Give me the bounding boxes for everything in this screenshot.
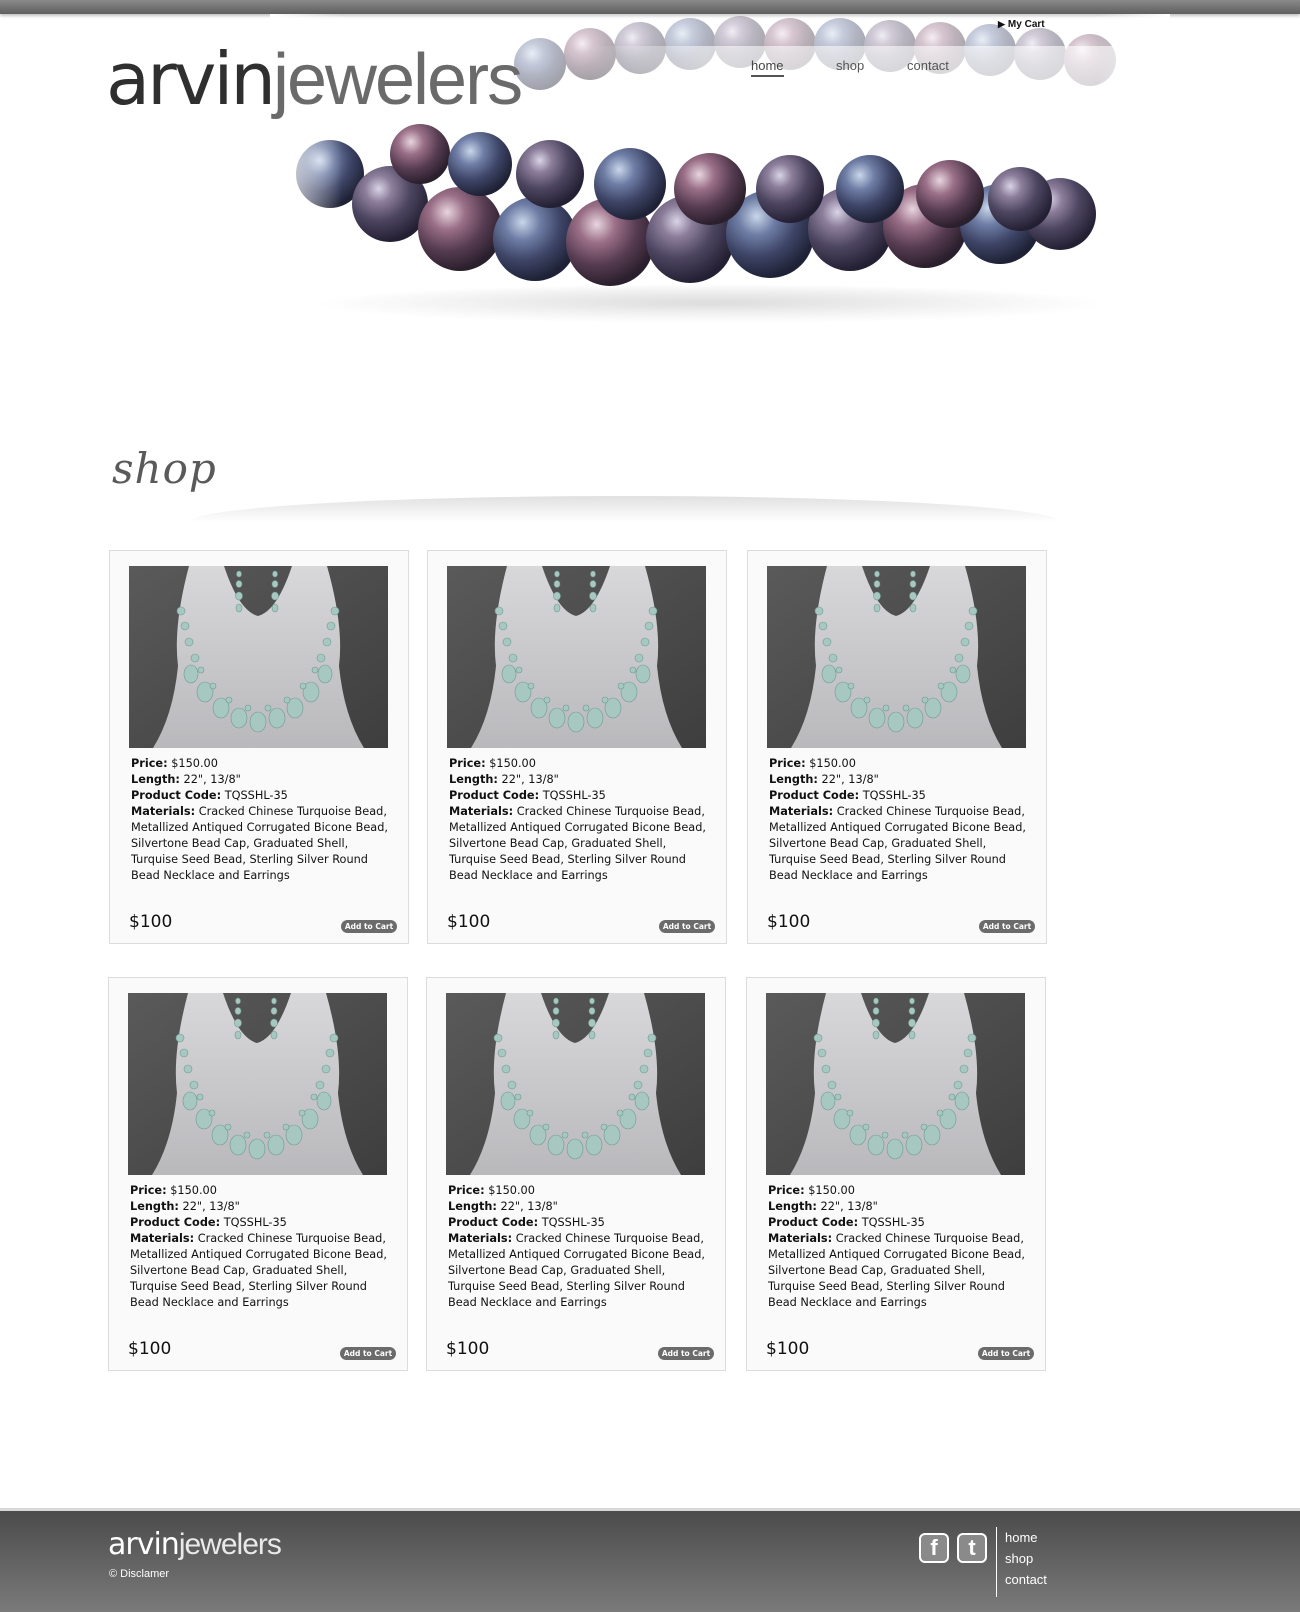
top-bar [0,0,1300,14]
sale-price: $100 [447,912,491,932]
product-image[interactable] [447,566,706,748]
list-price: $150.00 [808,1184,855,1197]
length-value: 22", 13/8" [182,1200,240,1213]
product-card: Price: $150.00 Length: 22", 13/8" Produc… [747,550,1047,944]
product-code-label: Product Code: [449,789,540,802]
footer-divider [996,1527,997,1597]
nav-strip [590,46,1170,120]
add-to-cart-button[interactable]: Add to Cart [978,1347,1034,1360]
product-details: Price: $150.00 Length: 22", 13/8" Produc… [131,756,393,884]
product-code: TQSSHL-35 [541,1216,605,1229]
materials-label: Materials: [130,1232,195,1245]
product-details: Price: $150.00 Length: 22", 13/8" Produc… [130,1183,392,1311]
add-to-cart-button[interactable]: Add to Cart [979,920,1035,933]
product-code: TQSSHL-35 [223,1216,287,1229]
twitter-icon[interactable]: t [957,1533,987,1563]
product-code: TQSSHL-35 [862,789,926,802]
nav-shop[interactable]: shop [836,58,864,73]
footer-link-contact[interactable]: contact [1005,1572,1047,1587]
my-cart-link[interactable]: ▶ My Cart [998,19,1045,30]
sale-price: $100 [128,1339,172,1359]
materials-label: Materials: [449,805,514,818]
length-label: Length: [449,773,498,786]
price-label: Price: [130,1184,167,1197]
product-details: Price: $150.00 Length: 22", 13/8" Produc… [449,756,711,884]
section-title: shop [112,444,217,493]
add-to-cart-button[interactable]: Add to Cart [340,1347,396,1360]
brand-logo-part1: arvin [106,37,276,121]
length-value: 22", 13/8" [183,773,241,786]
product-card: Price: $150.00 Length: 22", 13/8" Produc… [108,977,408,1371]
facebook-icon[interactable]: f [919,1533,949,1563]
materials-label: Materials: [769,805,834,818]
product-code-label: Product Code: [448,1216,539,1229]
my-cart-label: My Cart [1007,19,1045,30]
materials-label: Materials: [131,805,196,818]
length-label: Length: [769,773,818,786]
footer-link-home[interactable]: home [1005,1530,1038,1545]
price-label: Price: [768,1184,805,1197]
add-to-cart-button[interactable]: Add to Cart [341,920,397,933]
brand-logo[interactable]: arvinjewelers [106,34,523,124]
price-label: Price: [449,757,486,770]
price-label: Price: [448,1184,485,1197]
footer-logo[interactable]: arvinjewelers [108,1527,282,1562]
footer-logo-part2: jewelers [178,1528,282,1561]
list-price: $150.00 [170,1184,217,1197]
section-divider [190,496,1060,522]
length-label: Length: [130,1200,179,1213]
product-image[interactable] [767,566,1026,748]
length-value: 22", 13/8" [500,1200,558,1213]
add-to-cart-button[interactable]: Add to Cart [658,1347,714,1360]
brand-logo-part2: jewelers [272,40,523,120]
list-price: $150.00 [488,1184,535,1197]
product-image[interactable] [766,993,1025,1175]
product-details: Price: $150.00 Length: 22", 13/8" Produc… [768,1183,1030,1311]
length-label: Length: [448,1200,497,1213]
sale-price: $100 [446,1339,490,1359]
product-details: Price: $150.00 Length: 22", 13/8" Produc… [448,1183,710,1311]
product-card: Price: $150.00 Length: 22", 13/8" Produc… [426,977,726,1371]
product-code-label: Product Code: [768,1216,859,1229]
list-price: $150.00 [809,757,856,770]
product-image[interactable] [446,993,705,1175]
sale-price: $100 [767,912,811,932]
product-code-label: Product Code: [130,1216,221,1229]
list-price: $150.00 [489,757,536,770]
length-value: 22", 13/8" [501,773,559,786]
price-label: Price: [769,757,806,770]
length-value: 22", 13/8" [821,773,879,786]
list-price: $150.00 [171,757,218,770]
product-details: Price: $150.00 Length: 22", 13/8" Produc… [769,756,1031,884]
product-image[interactable] [129,566,388,748]
length-label: Length: [768,1200,817,1213]
product-code-label: Product Code: [131,789,222,802]
footer-link-shop[interactable]: shop [1005,1551,1033,1566]
product-code-label: Product Code: [769,789,860,802]
product-card: Price: $150.00 Length: 22", 13/8" Produc… [109,550,409,944]
product-card: Price: $150.00 Length: 22", 13/8" Produc… [427,550,727,944]
footer-logo-part1: arvin [108,1527,180,1562]
sale-price: $100 [766,1339,810,1359]
product-card: Price: $150.00 Length: 22", 13/8" Produc… [746,977,1046,1371]
length-value: 22", 13/8" [820,1200,878,1213]
length-label: Length: [131,773,180,786]
materials-label: Materials: [448,1232,513,1245]
cart-arrow-icon: ▶ [998,19,1005,29]
product-code: TQSSHL-35 [542,789,606,802]
product-code: TQSSHL-35 [224,789,288,802]
nav-contact[interactable]: contact [907,58,949,73]
nav-home[interactable]: home [751,58,784,77]
sale-price: $100 [129,912,173,932]
add-to-cart-button[interactable]: Add to Cart [659,920,715,933]
disclaimer-link[interactable]: © Disclamer [109,1568,169,1580]
materials-label: Materials: [768,1232,833,1245]
price-label: Price: [131,757,168,770]
footer: arvinjewelers © Disclamer f t home shop … [0,1508,1300,1612]
product-image[interactable] [128,993,387,1175]
product-code: TQSSHL-35 [861,1216,925,1229]
